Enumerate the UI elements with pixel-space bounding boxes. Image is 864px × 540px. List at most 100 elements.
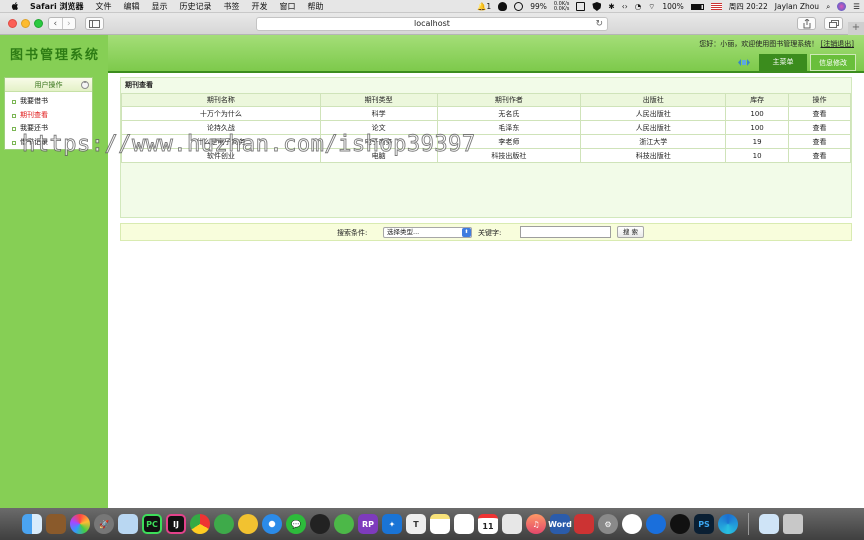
bullet-icon bbox=[12, 100, 16, 104]
launchpad-icon[interactable]: 🚀 bbox=[94, 514, 114, 534]
menu-history[interactable]: 历史记录 bbox=[180, 0, 212, 13]
calendar-icon[interactable]: 11 bbox=[478, 514, 498, 534]
edge-icon[interactable] bbox=[718, 514, 738, 534]
logout-link[interactable]: [注销退出] bbox=[821, 40, 854, 48]
collapse-icon[interactable]: ⌃ bbox=[81, 81, 89, 89]
reload-icon[interactable]: ↻ bbox=[595, 19, 603, 30]
type-select[interactable]: 选择类型... ⬍ bbox=[383, 227, 472, 238]
cell-type: 科学 bbox=[319, 106, 438, 121]
tab-edit-info[interactable]: 信息修改 bbox=[810, 54, 856, 71]
yellow-app-icon[interactable] bbox=[238, 514, 258, 534]
show-tabs-button[interactable] bbox=[824, 17, 843, 30]
green-circle-icon[interactable] bbox=[334, 514, 354, 534]
notes-app-icon[interactable] bbox=[46, 514, 66, 534]
menu-bookmarks[interactable]: 书签 bbox=[224, 0, 240, 13]
circle-status-icon[interactable] bbox=[514, 2, 524, 11]
col-stock: 库存 bbox=[725, 93, 790, 107]
wechat-icon[interactable]: 💬 bbox=[286, 514, 306, 534]
view-link[interactable]: 查看 bbox=[788, 148, 851, 163]
net-speed: 0.0K/s 0.0K/s bbox=[554, 1, 570, 12]
battery-percent[interactable]: 99% bbox=[530, 2, 547, 11]
view-link[interactable]: 查看 bbox=[788, 106, 851, 121]
preview-icon[interactable] bbox=[118, 514, 138, 534]
keyword-input[interactable] bbox=[520, 226, 611, 238]
notes-icon[interactable] bbox=[430, 514, 450, 534]
notification-status[interactable]: 🔔1 bbox=[477, 2, 491, 11]
menu-item-view-journals[interactable]: 期刊查看 bbox=[5, 109, 92, 123]
menu-edit[interactable]: 编辑 bbox=[124, 0, 140, 13]
photoshop-icon[interactable]: PS bbox=[694, 514, 714, 534]
terminal-tool-icon[interactable] bbox=[574, 514, 594, 534]
system-preferences-icon[interactable]: ⚙ bbox=[598, 514, 618, 534]
intellij-icon[interactable]: IJ bbox=[166, 514, 186, 534]
menu-app-name[interactable]: Safari 浏览器 bbox=[30, 0, 84, 13]
window-minimize-button[interactable] bbox=[21, 19, 30, 28]
safari-icon[interactable] bbox=[262, 514, 282, 534]
code-icon[interactable]: ‹› bbox=[622, 2, 628, 11]
view-link[interactable]: 查看 bbox=[788, 134, 851, 149]
watermark-text: https://www.huzhan.com/ishop39397 bbox=[22, 132, 476, 158]
qq-status-icon[interactable] bbox=[498, 2, 508, 11]
typora-icon[interactable]: T bbox=[406, 514, 426, 534]
clipboard-icon[interactable] bbox=[576, 2, 586, 11]
finder-icon[interactable] bbox=[22, 514, 42, 534]
col-name: 期刊名称 bbox=[121, 93, 321, 107]
chrome-icon[interactable] bbox=[190, 514, 210, 534]
back-button[interactable]: ‹ bbox=[49, 18, 62, 29]
sidebar-icon bbox=[89, 19, 100, 28]
user-name[interactable]: Jaylan Zhou bbox=[775, 2, 819, 11]
web-page: 图书管理系统 用户操作 ⌃ 我要借书 期刊查看 我要还书 借书记录 您好：小丽，… bbox=[0, 35, 864, 508]
baidu-netdisk-icon[interactable] bbox=[622, 514, 642, 534]
menu-item-borrow-book[interactable]: 我要借书 bbox=[5, 95, 92, 109]
share-button[interactable] bbox=[797, 17, 816, 30]
qq-penguin-icon[interactable] bbox=[670, 514, 690, 534]
menu-file[interactable]: 文件 bbox=[96, 0, 112, 13]
shield-icon[interactable] bbox=[592, 2, 602, 11]
timemachine-icon[interactable]: ◔ bbox=[635, 2, 642, 11]
teamviewer-icon[interactable] bbox=[646, 514, 666, 534]
menu-help[interactable]: 帮助 bbox=[308, 0, 324, 13]
menu-title: 用户操作 bbox=[34, 81, 63, 89]
table-header-row: 期刊名称 期刊类型 期刊作者 出版社 库存 操作 bbox=[121, 93, 851, 107]
reminders-icon[interactable] bbox=[454, 514, 474, 534]
window-close-button[interactable] bbox=[8, 19, 17, 28]
spotlight-icon[interactable]: ⌕ bbox=[826, 2, 830, 12]
menu-window[interactable]: 窗口 bbox=[280, 0, 296, 13]
sidebar-toggle-button[interactable] bbox=[85, 17, 104, 30]
tab-main-menu[interactable]: 主菜单 bbox=[759, 54, 807, 71]
navicat-icon[interactable] bbox=[214, 514, 234, 534]
mindmap-icon[interactable] bbox=[502, 514, 522, 534]
axure-rp-icon[interactable]: RP bbox=[358, 514, 378, 534]
xcode-icon[interactable]: ✦ bbox=[382, 514, 402, 534]
pycharm-icon[interactable]: PC bbox=[142, 514, 162, 534]
siri-icon[interactable] bbox=[837, 2, 847, 11]
trash-icon[interactable] bbox=[783, 514, 803, 534]
bluetooth-icon[interactable]: ✱ bbox=[608, 2, 614, 11]
apple-menu-icon[interactable] bbox=[11, 2, 19, 10]
browser-toolbar: ‹ › localhost ↻ bbox=[0, 13, 864, 35]
address-bar[interactable]: localhost ↻ bbox=[256, 17, 608, 31]
search-button[interactable]: 搜 索 bbox=[617, 226, 644, 238]
qq-icon[interactable] bbox=[310, 514, 330, 534]
col-publisher: 出版社 bbox=[580, 93, 727, 107]
clock[interactable]: 周四 20:22 bbox=[729, 1, 768, 12]
window-maximize-button[interactable] bbox=[34, 19, 43, 28]
menu-view[interactable]: 显示 bbox=[152, 0, 168, 13]
view-link[interactable]: 查看 bbox=[788, 120, 851, 135]
wifi-icon[interactable]: ⌔ bbox=[648, 2, 655, 12]
forward-button[interactable]: › bbox=[61, 18, 76, 29]
photos-icon[interactable] bbox=[70, 514, 90, 534]
battery-icon[interactable] bbox=[690, 3, 704, 10]
new-tab-button[interactable]: + bbox=[848, 22, 864, 35]
cell-name: 十万个为什么 bbox=[121, 106, 321, 121]
cell-stock: 10 bbox=[725, 148, 790, 163]
notification-count: 1 bbox=[486, 2, 492, 11]
word-icon[interactable]: Word bbox=[548, 514, 572, 534]
flag-icon[interactable] bbox=[710, 3, 722, 10]
downloads-folder-icon[interactable] bbox=[759, 514, 779, 534]
control-center-icon[interactable]: ☰ bbox=[853, 2, 860, 11]
battery-status[interactable]: 100% bbox=[662, 2, 683, 11]
menu-header: 用户操作 ⌃ bbox=[5, 78, 92, 92]
menu-develop[interactable]: 开发 bbox=[252, 0, 268, 13]
music-icon[interactable]: ♫ bbox=[526, 514, 546, 534]
